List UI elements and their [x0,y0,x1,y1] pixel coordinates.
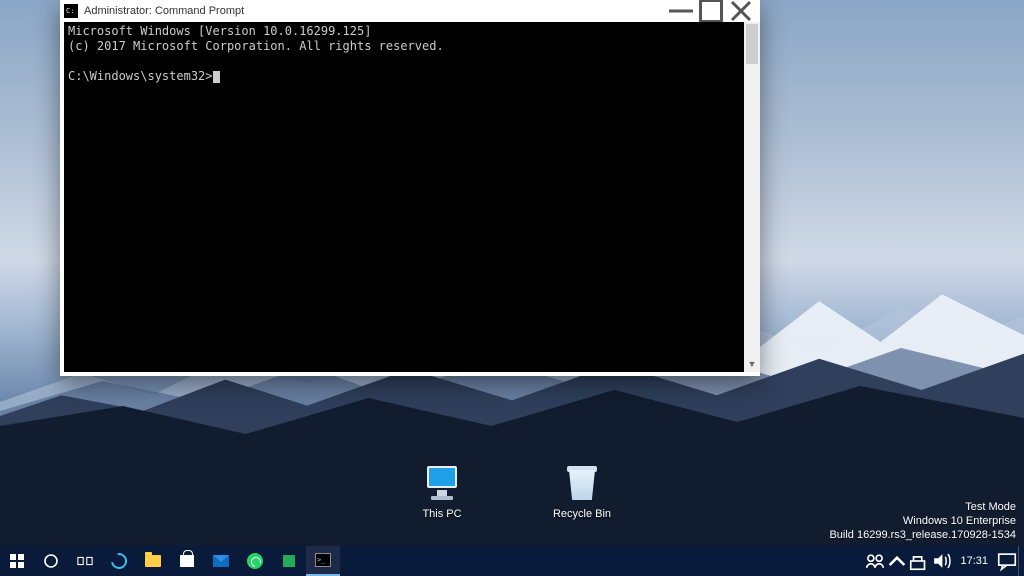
console-line: (c) 2017 Microsoft Corporation. All righ… [68,39,444,53]
system-tray[interactable]: 17:31 [864,546,1024,576]
scroll-thumb[interactable] [746,24,758,64]
taskbar-app-whatsapp[interactable] [238,546,272,576]
window-title: Administrator: Command Prompt [84,5,666,17]
task-view-icon [77,553,93,569]
desktop-icon-this-pc[interactable]: This PC [404,462,480,520]
cmd-title-icon [64,4,78,18]
whatsapp-icon [247,553,263,569]
watermark-line: Build 16299.rs3_release.170928-1534 [829,528,1016,542]
minimize-button[interactable] [666,0,696,22]
taskbar-app-store[interactable] [170,546,204,576]
command-prompt-window[interactable]: Administrator: Command Prompt Microsoft … [60,0,760,376]
cursor-caret [213,71,220,83]
watermark-line: Windows 10 Enterprise [829,514,1016,528]
desktop-watermark: Test Mode Windows 10 Enterprise Build 16… [829,500,1016,542]
recycle-bin-icon [561,462,603,504]
close-button[interactable] [726,0,756,22]
mail-icon [213,555,229,567]
taskbar-app-cmd[interactable]: >_ [306,546,340,576]
taskbar[interactable]: >_ 17:31 [0,546,1024,576]
tray-people-icon[interactable] [864,546,886,576]
scroll-down-arrow-icon[interactable]: ▼ [744,356,760,372]
this-pc-icon [421,462,463,504]
cortana-button[interactable] [34,546,68,576]
start-button[interactable] [0,546,34,576]
icon-label: Recycle Bin [544,508,620,520]
cortana-icon [43,553,59,569]
watermark-line: Test Mode [829,500,1016,514]
taskbar-app-mail[interactable] [204,546,238,576]
icon-label: This PC [404,508,480,520]
edge-icon [108,550,130,572]
show-desktop-button[interactable] [1018,546,1024,576]
desktop-icon-recycle-bin[interactable]: Recycle Bin [544,462,620,520]
desktop[interactable]: Administrator: Command Prompt Microsoft … [0,0,1024,576]
tray-network-icon[interactable] [908,546,930,576]
taskbar-app-generic[interactable] [272,546,306,576]
taskbar-app-file-explorer[interactable] [136,546,170,576]
console-prompt: C:\Windows\system32> [68,69,213,83]
tray-volume-icon[interactable] [930,546,952,576]
scrollbar[interactable]: ▲ ▼ [744,22,760,372]
console-line: Microsoft Windows [Version 10.0.16299.12… [68,24,371,38]
action-center-icon[interactable] [996,546,1018,576]
cmd-icon: >_ [315,553,331,567]
task-view-button[interactable] [68,546,102,576]
app-icon [281,553,297,569]
titlebar[interactable]: Administrator: Command Prompt [60,0,760,22]
maximize-button[interactable] [696,0,726,22]
taskbar-app-edge[interactable] [102,546,136,576]
windows-logo-icon [9,553,25,569]
tray-overflow-icon[interactable] [886,546,908,576]
console-area[interactable]: Microsoft Windows [Version 10.0.16299.12… [64,22,744,372]
store-icon [180,555,194,567]
folder-icon [145,555,161,567]
taskbar-clock[interactable]: 17:31 [952,555,996,567]
